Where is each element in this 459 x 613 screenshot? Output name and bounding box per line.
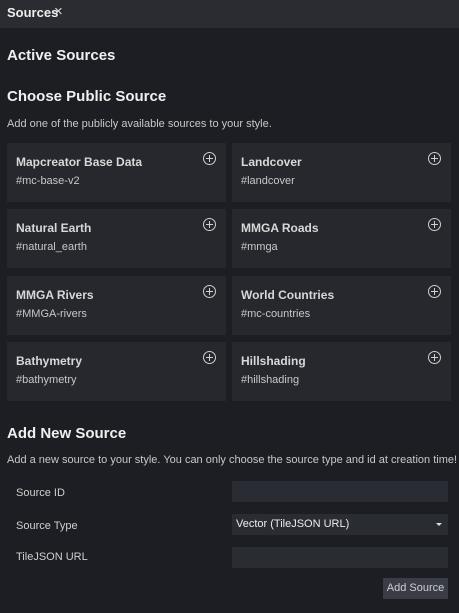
source-card-name: MMGA Rivers <box>16 288 94 302</box>
source-type-label: Source Type <box>16 520 78 532</box>
source-card-name: Bathymetry <box>16 354 83 368</box>
plus-circle-icon[interactable] <box>203 351 216 364</box>
source-card[interactable]: Mapcreator Base Data #mc-base-v2 <box>7 143 226 202</box>
source-card-id: #MMGA-rivers <box>16 308 87 320</box>
source-type-select[interactable]: Vector (TileJSON URL) <box>232 514 448 535</box>
plus-circle-icon[interactable] <box>203 152 216 165</box>
add-new-source-heading: Add New Source <box>7 425 127 442</box>
close-icon[interactable]: × <box>54 3 63 20</box>
source-card-id: #natural_earth <box>16 241 87 253</box>
source-card[interactable]: Bathymetry #bathymetry <box>7 342 226 401</box>
source-card[interactable]: MMGA Roads #mmga <box>232 209 451 268</box>
plus-circle-icon[interactable] <box>428 218 441 231</box>
source-card[interactable]: Landcover #landcover <box>232 143 451 202</box>
plus-circle-icon[interactable] <box>428 351 441 364</box>
source-card-id: #landcover <box>241 175 295 187</box>
source-type-value: Vector (TileJSON URL) <box>236 518 350 530</box>
source-id-input[interactable] <box>232 481 448 502</box>
source-card-id: #mc-base-v2 <box>16 175 80 187</box>
source-card-id: #mmga <box>241 241 278 253</box>
source-card-name: World Countries <box>241 288 335 302</box>
public-source-description: Add one of the publicly available source… <box>7 118 272 130</box>
source-card-name: Hillshading <box>241 354 306 368</box>
chevron-down-icon <box>436 523 442 526</box>
plus-circle-icon[interactable] <box>428 152 441 165</box>
source-card-id: #mc-countries <box>241 308 311 320</box>
source-card[interactable]: MMGA Rivers #MMGA-rivers <box>7 276 226 335</box>
plus-circle-icon[interactable] <box>428 285 441 298</box>
plus-circle-icon[interactable] <box>203 285 216 298</box>
source-card[interactable]: Hillshading #hillshading <box>232 342 451 401</box>
plus-circle-icon[interactable] <box>203 218 216 231</box>
source-card-name: Mapcreator Base Data <box>16 155 143 169</box>
source-card-name: Natural Earth <box>16 221 92 235</box>
tilejson-url-label: TileJSON URL <box>16 551 88 563</box>
source-card-name: Landcover <box>241 155 302 169</box>
source-card[interactable]: Natural Earth #natural_earth <box>7 209 226 268</box>
source-card-id: #bathymetry <box>16 374 77 386</box>
new-source-description: Add a new source to your style. You can … <box>7 454 458 466</box>
tab-title[interactable]: Sources <box>7 5 58 20</box>
add-source-button[interactable]: Add Source <box>383 578 448 599</box>
source-id-label: Source ID <box>16 487 65 499</box>
source-card-name: MMGA Roads <box>241 221 319 235</box>
source-card[interactable]: World Countries #mc-countries <box>232 276 451 335</box>
choose-public-source-heading: Choose Public Source <box>7 88 167 105</box>
tilejson-url-input[interactable] <box>232 547 448 568</box>
source-card-id: #hillshading <box>241 374 300 386</box>
tab-bar: Sources × <box>0 0 459 28</box>
active-sources-heading: Active Sources <box>7 47 116 64</box>
